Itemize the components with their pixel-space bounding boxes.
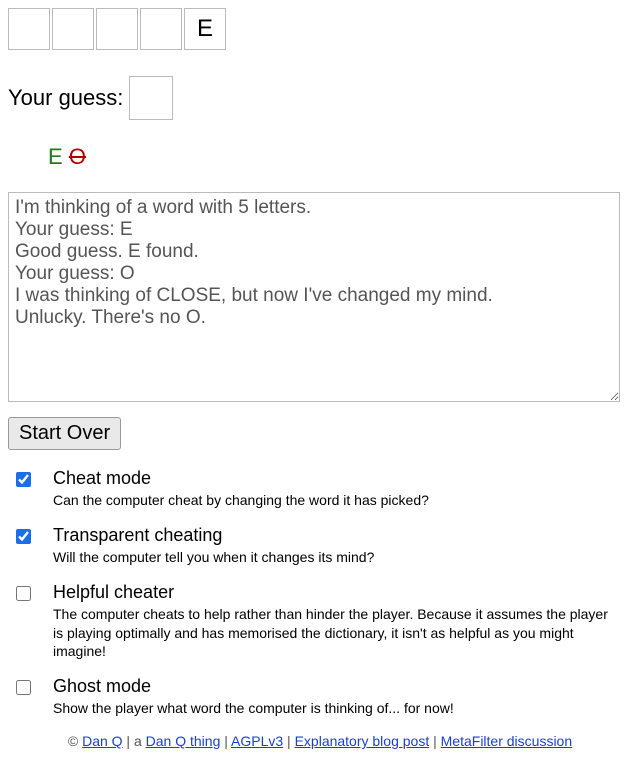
start-over-button[interactable]: Start Over — [8, 417, 121, 450]
guessed-letter-e: E — [48, 144, 63, 169]
footer-sep: | a — [123, 733, 146, 749]
guess-row: Your guess: — [8, 76, 632, 120]
option-transparent-title: Transparent cheating — [53, 525, 374, 546]
option-cheat-checkbox[interactable] — [16, 472, 31, 487]
footer-copyright: © — [68, 733, 82, 749]
word-cell-2 — [96, 8, 138, 50]
option-cheat: Cheat mode Can the computer cheat by chan… — [16, 468, 624, 509]
option-cheat-desc: Can the computer cheat by changing the w… — [53, 491, 429, 509]
footer-link-mefi[interactable]: MetaFilter discussion — [441, 733, 573, 749]
footer: © Dan Q | a Dan Q thing | AGPLv3 | Expla… — [8, 733, 632, 749]
option-transparent: Transparent cheating Will the computer te… — [16, 525, 624, 566]
option-transparent-checkbox[interactable] — [16, 529, 31, 544]
option-helpful-checkbox[interactable] — [16, 586, 31, 601]
guessed-letters: E O — [48, 144, 632, 170]
option-ghost-desc: Show the player what word the computer i… — [53, 699, 454, 717]
options-list: Cheat mode Can the computer cheat by chan… — [8, 468, 632, 717]
word-cell-0 — [8, 8, 50, 50]
option-helpful-title: Helpful cheater — [53, 582, 613, 603]
option-ghost-title: Ghost mode — [53, 676, 454, 697]
word-cell-1 — [52, 8, 94, 50]
option-ghost-checkbox[interactable] — [16, 680, 31, 695]
option-ghost: Ghost mode Show the player what word the … — [16, 676, 624, 717]
option-helpful: Helpful cheaterThe computer cheats to he… — [16, 582, 624, 660]
word-cell-4: E — [184, 8, 226, 50]
footer-link-blog[interactable]: Explanatory blog post — [295, 733, 430, 749]
option-transparent-desc: Will the computer tell you when it chang… — [53, 548, 374, 566]
guess-label: Your guess: — [8, 85, 123, 111]
footer-link-license[interactable]: AGPLv3 — [231, 733, 283, 749]
footer-link-author[interactable]: Dan Q — [82, 733, 122, 749]
game-log[interactable] — [8, 192, 620, 402]
guess-input[interactable] — [129, 76, 173, 120]
word-row: E — [8, 8, 632, 50]
footer-link-thing[interactable]: Dan Q thing — [146, 733, 221, 749]
option-cheat-title: Cheat mode — [53, 468, 429, 489]
word-cell-3 — [140, 8, 182, 50]
option-helpful-desc: The computer cheats to help rather than … — [53, 605, 613, 660]
guessed-letter-o: O — [69, 144, 86, 169]
